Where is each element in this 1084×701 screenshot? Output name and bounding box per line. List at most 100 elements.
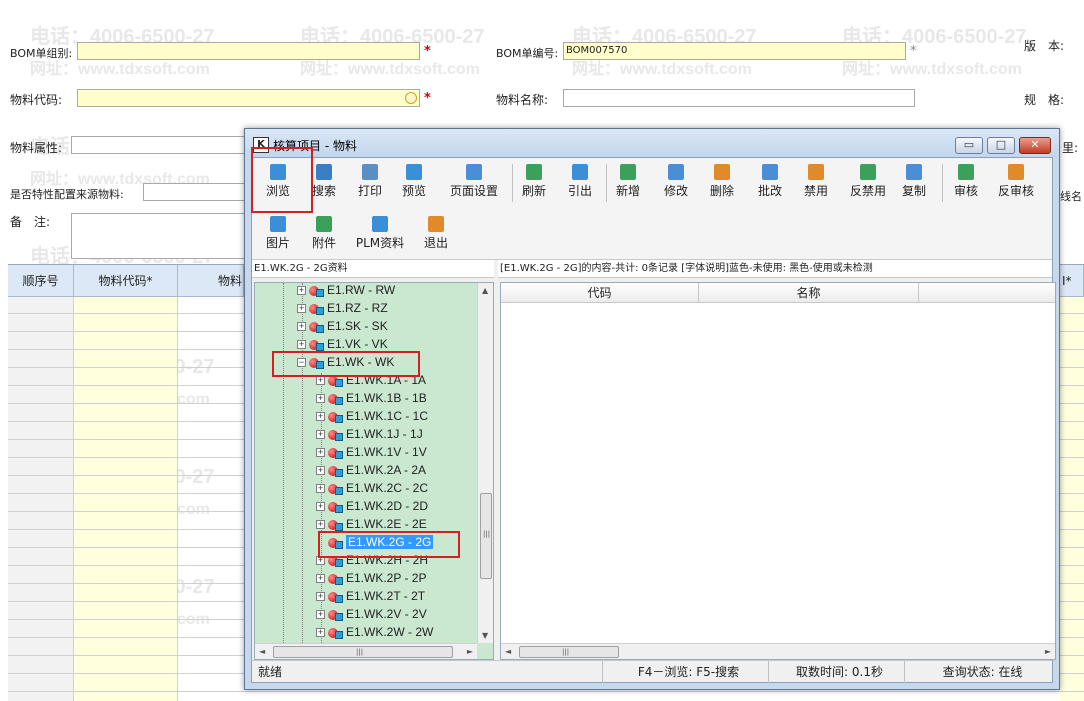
toolbar-button[interactable]: 复制 — [894, 160, 934, 208]
tree-item[interactable]: + E1.WK.2A - 2A — [316, 461, 426, 479]
tree-item[interactable]: + E1.WK.1A - 1A — [316, 371, 426, 389]
category-tree[interactable]: + E1.RW - RW + E1.RZ - RZ + E1.SK - SK + E1.VK … — [254, 282, 494, 660]
lookup-icon[interactable] — [405, 92, 417, 104]
grid-column — [1060, 297, 1084, 701]
expand-toggle-icon[interactable]: + — [316, 394, 325, 404]
column-header[interactable]: 物料 — [178, 265, 244, 297]
grid-horizontal-scrollbar[interactable]: ◄ ||| ► — [501, 643, 1055, 659]
grid-header-name[interactable]: 名称 — [699, 283, 919, 303]
scroll-thumb[interactable]: ||| — [273, 646, 453, 658]
expand-toggle-icon[interactable]: + — [297, 340, 306, 350]
tree-item-label: E1.WK.1A - 1A — [346, 373, 427, 387]
tree-item[interactable]: + E1.WK.2E - 2E — [316, 515, 427, 533]
tree-item[interactable]: − E1.WK - WK — [297, 353, 394, 371]
expand-toggle-icon[interactable]: + — [297, 286, 306, 296]
tree-item[interactable]: E1.WK.2G - 2G — [316, 533, 434, 551]
scroll-thumb[interactable]: ||| — [519, 646, 619, 658]
tree-item[interactable]: + E1.SK - SK — [297, 317, 388, 335]
column-header[interactable]: I* — [1060, 265, 1084, 297]
toolbar-button[interactable]: 附件 — [304, 212, 344, 260]
config-source-input[interactable] — [143, 183, 246, 201]
close-button[interactable]: ✕ — [1019, 137, 1051, 154]
toolbar-button[interactable]: 新增 — [608, 160, 648, 208]
toolbar-button[interactable]: 禁用 — [796, 160, 836, 208]
scroll-left-icon[interactable]: ◄ — [259, 647, 265, 656]
toolbar-button[interactable]: PLM资料 — [352, 212, 408, 260]
tree-item[interactable]: + E1.RW - RW — [297, 283, 395, 299]
expand-toggle-icon[interactable]: + — [297, 322, 306, 332]
tree-item[interactable]: + E1.WK.1C - 1C — [316, 407, 428, 425]
expand-toggle-icon[interactable]: − — [297, 358, 306, 368]
expand-toggle-icon[interactable]: + — [316, 466, 325, 476]
expand-toggle-icon[interactable]: + — [316, 574, 325, 584]
expand-toggle-icon[interactable]: + — [316, 448, 325, 458]
toolbar-button[interactable]: 删除 — [702, 160, 742, 208]
remark-input[interactable] — [71, 213, 246, 259]
tree-item[interactable]: + E1.WK.1J - 1J — [316, 425, 423, 443]
expand-toggle-icon[interactable]: + — [316, 592, 325, 602]
tree-item[interactable]: + E1.WK.2P - 2P — [316, 569, 426, 587]
expand-toggle-icon[interactable]: + — [316, 484, 325, 494]
maximize-button[interactable]: □ — [987, 137, 1015, 154]
material-name-input[interactable] — [563, 89, 915, 107]
tree-item[interactable]: + E1.WK.2V - 2V — [316, 605, 427, 623]
toolbar-button[interactable]: 引出 — [560, 160, 600, 208]
toolbar-button[interactable]: 刷新 — [514, 160, 554, 208]
tree-item[interactable]: + E1.RZ - RZ — [297, 299, 388, 317]
tree-item-label: E1.WK.2H - 2H — [346, 553, 429, 567]
toolbar-button[interactable]: 图片 — [258, 212, 298, 260]
minimize-button[interactable]: ▭ — [955, 137, 983, 154]
toolbar-button[interactable]: 打印 — [350, 160, 390, 208]
toolbar-button[interactable]: 预览 — [394, 160, 434, 208]
dialog-titlebar[interactable]: K 核算项目 - 物料 ▭ □ ✕ — [245, 129, 1059, 157]
toolbar-button-label: 审核 — [953, 184, 978, 198]
tree-horizontal-scrollbar[interactable]: ◄ ||| ► — [255, 643, 477, 659]
toolbar-button[interactable]: 页面设置 — [444, 160, 504, 208]
item-grid[interactable]: 代码 名称 ◄ ||| ► — [500, 282, 1056, 660]
tree-item[interactable]: + E1.VK - VK — [297, 335, 388, 353]
scroll-left-icon[interactable]: ◄ — [505, 647, 511, 656]
expand-toggle-icon[interactable]: + — [316, 502, 325, 512]
tree-item[interactable]: + E1.WK.1B - 1B — [316, 389, 427, 407]
tree-item[interactable]: + E1.WK.2H - 2H — [316, 551, 428, 569]
scroll-up-icon[interactable]: ▲ — [482, 286, 488, 295]
expand-toggle-icon[interactable]: + — [316, 610, 325, 620]
content-info-label: [E1.WK.2G - 2G]的内容-共计: 0条记录 [字体说明]蓝色-未使用… — [498, 260, 1052, 278]
expand-toggle-icon[interactable]: + — [316, 376, 325, 386]
toolbar-button[interactable]: 浏览 — [258, 160, 298, 208]
material-code-input[interactable] — [77, 89, 420, 107]
tree-vertical-scrollbar[interactable]: ▲ ||| ▼ — [477, 283, 493, 643]
scroll-right-icon[interactable]: ► — [1045, 647, 1051, 656]
scroll-right-icon[interactable]: ► — [467, 647, 473, 656]
expand-toggle-icon[interactable]: + — [316, 412, 325, 422]
tree-item[interactable]: + E1.WK.2W - 2W — [316, 623, 433, 641]
scroll-thumb[interactable]: ||| — [480, 493, 492, 579]
expand-toggle-icon[interactable]: + — [316, 430, 325, 440]
tree-item[interactable]: + E1.WK.2D - 2D — [316, 497, 428, 515]
tree-item[interactable]: + E1.WK.1V - 1V — [316, 443, 427, 461]
node-cube-icon — [335, 468, 343, 477]
column-header[interactable]: 物料代码* — [74, 265, 178, 297]
toolbar-button[interactable]: 批改 — [750, 160, 790, 208]
grid-header-code[interactable]: 代码 — [501, 283, 699, 303]
material-attr-input[interactable] — [71, 136, 246, 154]
toolbar-button[interactable]: 修改 — [656, 160, 696, 208]
bom-group-input[interactable] — [77, 42, 420, 60]
tree-item-label: E1.WK.1V - 1V — [346, 445, 427, 459]
column-header[interactable]: 顺序号 — [8, 265, 74, 297]
expand-toggle-icon[interactable]: + — [316, 520, 325, 530]
toolbar-button-label: 批改 — [757, 184, 782, 198]
toolbar-button[interactable]: 反禁用 — [842, 160, 894, 208]
toolbar-button[interactable]: 退出 — [416, 212, 456, 260]
tree-item[interactable]: + E1.WK.2T - 2T — [316, 587, 425, 605]
tree-item[interactable]: + E1.WK.2C - 2C — [316, 479, 428, 497]
toolbar-button[interactable]: 搜索 — [302, 160, 346, 208]
expand-toggle-icon[interactable]: + — [316, 628, 325, 638]
scroll-down-icon[interactable]: ▼ — [482, 631, 488, 640]
grid-header-extra[interactable] — [919, 283, 1055, 303]
expand-toggle-icon[interactable]: + — [297, 304, 306, 314]
toolbar-button[interactable]: 反审核 — [992, 160, 1040, 208]
toolbar-button[interactable]: 审核 — [946, 160, 986, 208]
bom-no-input[interactable]: BOM007570 — [563, 42, 906, 60]
expand-toggle-icon[interactable]: + — [316, 556, 325, 566]
